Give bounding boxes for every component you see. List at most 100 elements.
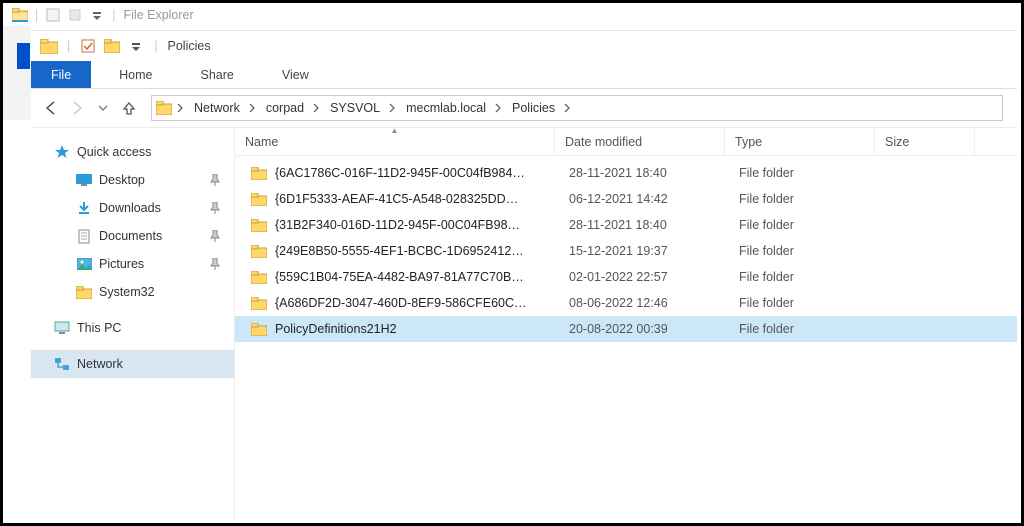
file-row[interactable]: {249E8B50-5555-4EF1-BCBC-1D6952412… 15-12… bbox=[235, 238, 1017, 264]
file-row[interactable]: {A686DF2D-3047-460D-8EF9-586CFE60C… 08-06… bbox=[235, 290, 1017, 316]
file-date: 02-01-2022 22:57 bbox=[559, 270, 729, 284]
column-name[interactable]: Name ▲ bbox=[235, 128, 555, 155]
tab-file[interactable]: File bbox=[31, 61, 91, 88]
file-row[interactable]: {6AC1786C-016F-11D2-945F-00C04fB984…28-1… bbox=[235, 160, 1017, 186]
sidebar-pictures[interactable]: Pictures bbox=[31, 250, 234, 278]
sidebar-label: System32 bbox=[99, 285, 155, 299]
folder-icon bbox=[249, 320, 269, 338]
folder-icon bbox=[249, 164, 269, 182]
column-headers: Name ▲ Date modified Type Size bbox=[235, 128, 1017, 156]
file-name: PolicyDefinitions21H2 bbox=[275, 322, 397, 336]
folder-icon bbox=[73, 286, 95, 299]
file-name: {A686DF2D-3047-460D-8EF9-586CFE60C… bbox=[275, 296, 527, 310]
outer-title-bar: | | File Explorer bbox=[3, 3, 1021, 27]
inner-title-bar: | | Policies bbox=[31, 31, 1017, 61]
ribbon-tabs: File Home Share View bbox=[31, 61, 1017, 89]
chevron-right-icon[interactable] bbox=[174, 96, 186, 120]
breadcrumb-item[interactable]: SYSVOL bbox=[322, 96, 386, 120]
recent-dropdown[interactable] bbox=[91, 94, 115, 122]
file-date: 20-08-2022 00:39 bbox=[559, 322, 729, 336]
tab-view[interactable]: View bbox=[262, 61, 329, 88]
sidebar-system32[interactable]: System32 bbox=[31, 278, 234, 306]
file-type: File folder bbox=[729, 166, 879, 180]
sidebar-documents[interactable]: Documents bbox=[31, 222, 234, 250]
file-type: File folder bbox=[729, 244, 879, 258]
chevron-right-icon[interactable] bbox=[246, 96, 258, 120]
chevron-right-icon[interactable] bbox=[310, 96, 322, 120]
file-row[interactable]: PolicyDefinitions21H220-08-2022 00:39Fil… bbox=[235, 316, 1017, 342]
outer-file-menu-stub bbox=[17, 43, 30, 69]
file-row[interactable]: {6D1F5333-AEAF-41C5-A548-028325DD…06-12-… bbox=[235, 186, 1017, 212]
navigation-pane: Quick access Desktop Downloads Do bbox=[31, 128, 235, 520]
sidebar-label: Network bbox=[77, 357, 123, 371]
folder-icon bbox=[249, 242, 269, 260]
sidebar-label: This PC bbox=[77, 321, 121, 335]
chevron-right-icon[interactable] bbox=[561, 96, 573, 120]
sidebar-label: Desktop bbox=[99, 173, 145, 187]
folder-qat-icon[interactable] bbox=[100, 35, 124, 57]
file-list-pane: Name ▲ Date modified Type Size {6AC1786C… bbox=[235, 128, 1017, 520]
column-size[interactable]: Size bbox=[875, 128, 975, 155]
folder-icon bbox=[249, 216, 269, 234]
outer-window-stub bbox=[3, 26, 31, 120]
navigation-bar: Network corpad SYSVOL mecmlab.local Poli… bbox=[31, 89, 1017, 127]
chevron-right-icon[interactable] bbox=[492, 96, 504, 120]
file-date: 06-12-2021 14:42 bbox=[559, 192, 729, 206]
breadcrumb-item[interactable]: mecmlab.local bbox=[398, 96, 492, 120]
sidebar-this-pc[interactable]: This PC bbox=[31, 314, 234, 342]
network-icon bbox=[51, 357, 73, 371]
pin-icon bbox=[210, 230, 226, 242]
up-button[interactable] bbox=[117, 94, 141, 122]
file-type: File folder bbox=[729, 296, 879, 310]
desktop-icon bbox=[73, 174, 95, 186]
file-row[interactable]: {559C1B04-75EA-4482-BA97-81A77C70B… 02-01… bbox=[235, 264, 1017, 290]
file-name: {249E8B50-5555-4EF1-BCBC-1D6952412… bbox=[275, 244, 524, 258]
file-row[interactable]: {31B2F340-016D-11D2-945F-00C04FB98…28-11… bbox=[235, 212, 1017, 238]
sidebar-desktop[interactable]: Desktop bbox=[31, 166, 234, 194]
sidebar-label: Quick access bbox=[77, 145, 151, 159]
qat-dropdown-icon[interactable] bbox=[124, 35, 148, 57]
properties-icon[interactable] bbox=[42, 5, 64, 25]
sort-asc-icon: ▲ bbox=[391, 126, 399, 135]
file-date: 15-12-2021 19:37 bbox=[559, 244, 729, 258]
folder-app-icon bbox=[37, 35, 61, 57]
tab-share[interactable]: Share bbox=[181, 61, 254, 88]
star-icon bbox=[51, 144, 73, 160]
sidebar-label: Documents bbox=[99, 229, 162, 243]
properties-qat-icon[interactable] bbox=[76, 35, 100, 57]
file-date: 08-06-2022 12:46 bbox=[559, 296, 729, 310]
sidebar-label: Downloads bbox=[99, 201, 161, 215]
download-icon bbox=[73, 201, 95, 215]
qat-placeholder-icon[interactable] bbox=[64, 5, 86, 25]
file-date: 28-11-2021 18:40 bbox=[559, 166, 729, 180]
main-area: Quick access Desktop Downloads Do bbox=[31, 127, 1017, 520]
pin-icon bbox=[210, 174, 226, 186]
pin-icon bbox=[210, 258, 226, 270]
outer-window-title: File Explorer bbox=[124, 8, 194, 22]
folder-icon bbox=[249, 190, 269, 208]
sidebar-downloads[interactable]: Downloads bbox=[31, 194, 234, 222]
pictures-icon bbox=[73, 258, 95, 270]
breadcrumb-item[interactable]: corpad bbox=[258, 96, 310, 120]
breadcrumb-item[interactable]: Policies bbox=[504, 96, 561, 120]
qat-dropdown-icon[interactable] bbox=[86, 5, 108, 25]
forward-button[interactable] bbox=[65, 94, 89, 122]
column-date[interactable]: Date modified bbox=[555, 128, 725, 155]
file-type: File folder bbox=[729, 192, 879, 206]
tab-home[interactable]: Home bbox=[99, 61, 172, 88]
file-name: {31B2F340-016D-11D2-945F-00C04FB98… bbox=[275, 218, 520, 232]
column-type[interactable]: Type bbox=[725, 128, 875, 155]
file-type: File folder bbox=[729, 218, 879, 232]
address-bar[interactable]: Network corpad SYSVOL mecmlab.local Poli… bbox=[151, 95, 1003, 121]
document-icon bbox=[73, 229, 95, 244]
folder-addr-icon[interactable] bbox=[154, 96, 174, 120]
file-explorer-app-icon bbox=[9, 5, 31, 25]
chevron-right-icon[interactable] bbox=[386, 96, 398, 120]
sidebar-network[interactable]: Network bbox=[31, 350, 234, 378]
breadcrumb-item[interactable]: Network bbox=[186, 96, 246, 120]
file-name: {559C1B04-75EA-4482-BA97-81A77C70B… bbox=[275, 270, 524, 284]
policies-window: | | Policies File Home Share View bbox=[31, 30, 1017, 520]
file-rows: {6AC1786C-016F-11D2-945F-00C04fB984…28-1… bbox=[235, 156, 1017, 520]
back-button[interactable] bbox=[39, 94, 63, 122]
sidebar-quick-access[interactable]: Quick access bbox=[31, 138, 234, 166]
